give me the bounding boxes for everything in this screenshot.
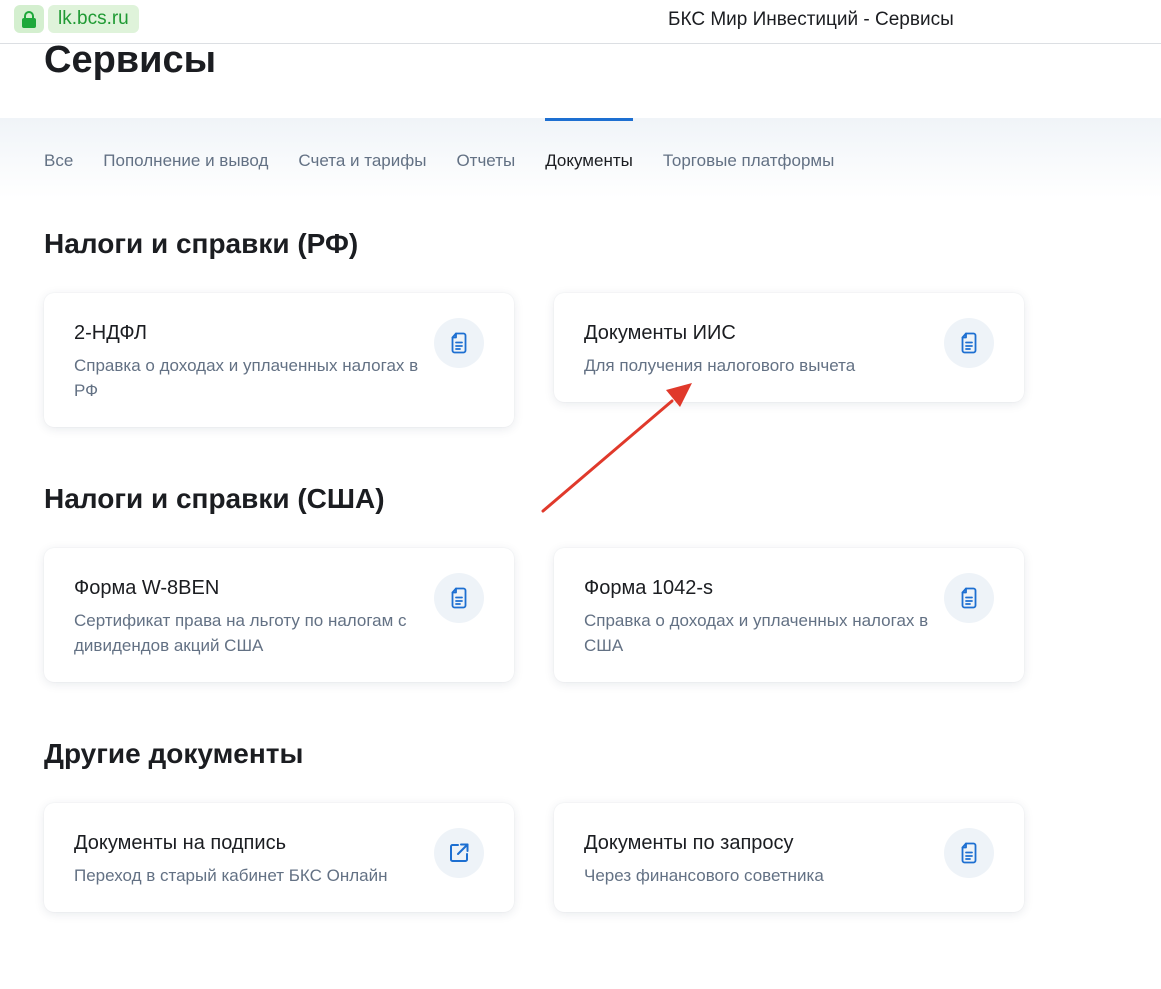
card-description: Справка о доходах и уплаченных налогах в… (584, 611, 929, 655)
card-2ndfl[interactable]: 2-НДФЛ Справка о доходах и уплаченных на… (44, 293, 514, 427)
category-tabs: Все Пополнение и вывод Счета и тарифы От… (44, 118, 864, 174)
section-title-taxes-rf: Налоги и справки (РФ) (44, 228, 359, 259)
card-title: 2-НДФЛ (74, 322, 147, 344)
card-documents-on-request[interactable]: Документы по запросу Через финансового с… (554, 803, 1024, 912)
window-title: БКС Мир Инвестиций - Сервисы (668, 9, 954, 30)
external-link-icon[interactable] (434, 828, 484, 878)
card-iis-documents[interactable]: Документы ИИС Для получения налогового в… (554, 293, 1024, 402)
tab-documents[interactable]: Документы (545, 118, 633, 174)
card-title: Форма W-8BEN (74, 577, 220, 599)
document-icon[interactable] (944, 573, 994, 623)
tab-accounts-tariffs[interactable]: Счета и тарифы (298, 148, 426, 174)
card-description: Для получения налогового вычета (584, 356, 856, 375)
tab-all[interactable]: Все (44, 148, 73, 174)
card-description: Справка о доходах и уплаченных налогах в… (74, 356, 419, 400)
card-w8ben[interactable]: Форма W-8BEN Сертификат права на льготу … (44, 548, 514, 682)
lock-icon[interactable] (14, 5, 44, 33)
document-icon[interactable] (944, 318, 994, 368)
card-title: Документы по запросу (584, 832, 794, 854)
card-title: Документы на подпись (74, 832, 286, 854)
address-bar: lk.bcs.ru БКС Мир Инвестиций - Сервисы (0, 0, 1161, 44)
document-icon[interactable] (944, 828, 994, 878)
document-icon[interactable] (434, 318, 484, 368)
tab-deposit-withdraw[interactable]: Пополнение и вывод (103, 148, 268, 174)
card-description: Переход в старый кабинет БКС Онлайн (74, 866, 388, 885)
card-description: Через финансового советника (584, 866, 824, 885)
section-title-other-documents: Другие документы (44, 738, 304, 769)
tab-reports[interactable]: Отчеты (456, 148, 515, 174)
card-title: Форма 1042-s (584, 577, 714, 599)
document-icon[interactable] (434, 573, 484, 623)
card-title: Документы ИИС (584, 322, 736, 344)
card-1042s[interactable]: Форма 1042-s Справка о доходах и уплачен… (554, 548, 1024, 682)
card-documents-to-sign[interactable]: Документы на подпись Переход в старый ка… (44, 803, 514, 912)
card-description: Сертификат права на льготу по налогам с … (74, 611, 407, 655)
page-title: Сервисы (44, 39, 217, 81)
tab-trading-platforms[interactable]: Торговые платформы (663, 148, 834, 174)
url-domain[interactable]: lk.bcs.ru (48, 5, 139, 33)
section-title-taxes-us: Налоги и справки (США) (44, 483, 385, 514)
